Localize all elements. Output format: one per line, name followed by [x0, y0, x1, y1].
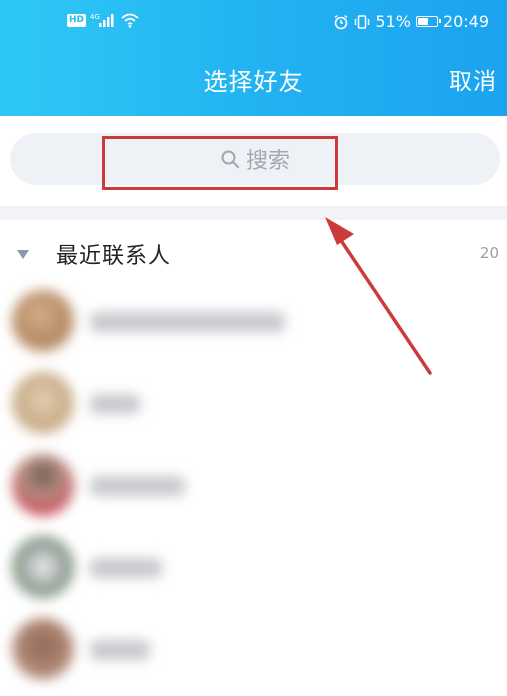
battery-fill — [417, 18, 429, 25]
signal-icon: 4G — [90, 13, 114, 27]
avatar — [12, 454, 74, 516]
recent-contacts-header[interactable]: 最近联系人 20 — [0, 220, 507, 286]
svg-text:4G: 4G — [90, 13, 100, 21]
battery-percent: 51% — [375, 12, 411, 31]
contact-name-redacted — [90, 394, 140, 414]
section-title: 最近联系人 — [56, 244, 172, 269]
avatar — [12, 372, 74, 434]
clock: 20:49 — [442, 12, 489, 31]
contact-name-redacted — [90, 476, 185, 496]
status-bar: HD 4G 51% 20:49 — [0, 0, 507, 46]
contact-item[interactable] — [0, 532, 507, 614]
search-icon — [221, 150, 240, 169]
contact-name-redacted — [90, 312, 285, 332]
contact-name-redacted — [90, 640, 150, 660]
search-placeholder: 搜索 — [245, 149, 290, 174]
alarm-icon — [334, 14, 348, 29]
status-right: 51% 20:49 — [333, 12, 489, 31]
section-divider — [0, 206, 507, 220]
search-input[interactable]: 搜索 — [10, 133, 500, 185]
battery-icon — [415, 16, 441, 27]
avatar — [12, 536, 74, 598]
contact-item[interactable] — [0, 614, 507, 696]
search-area: 搜索 — [0, 116, 507, 206]
triangle-down-icon — [17, 250, 29, 259]
status-left: HD 4G — [67, 12, 140, 28]
avatar — [12, 290, 74, 352]
contact-item[interactable] — [0, 450, 507, 532]
wifi-icon — [121, 13, 139, 28]
page-title: 选择好友 — [203, 68, 304, 96]
contact-item[interactable] — [0, 286, 507, 368]
app-header: HD 4G 51% 20:49 选择好友 取消 — [0, 0, 507, 116]
contact-name-redacted — [90, 558, 162, 578]
contact-item[interactable] — [0, 368, 507, 450]
avatar — [12, 618, 74, 680]
search-placeholder-group: 搜索 — [10, 133, 500, 185]
section-count: 20 — [479, 244, 499, 262]
vibrate-icon — [355, 14, 370, 29]
hd-icon: HD — [67, 13, 87, 27]
cancel-button[interactable]: 取消 — [449, 62, 497, 96]
